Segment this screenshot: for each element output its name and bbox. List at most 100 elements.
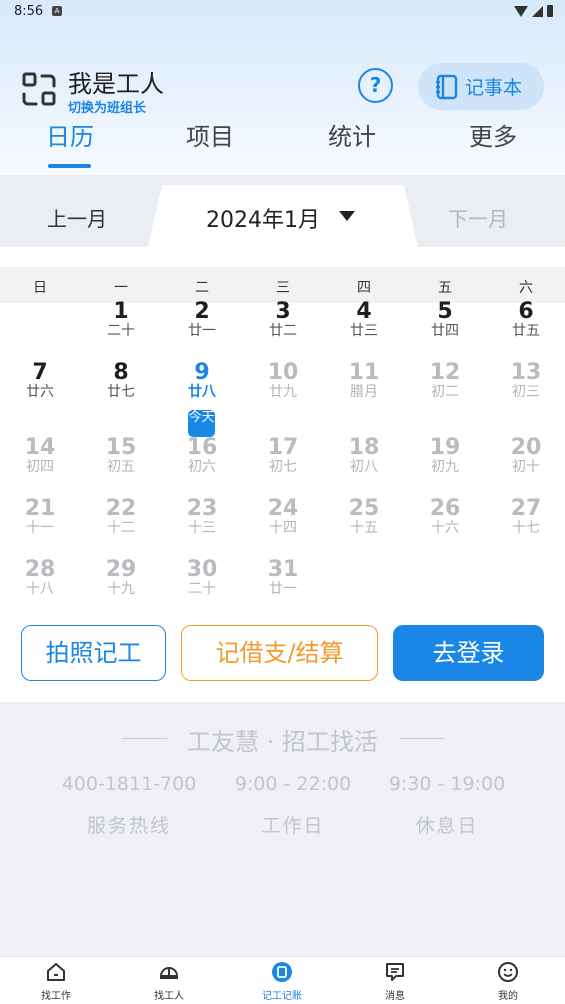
workday-label: 工作日 <box>261 815 325 837</box>
main-tabs: 日历 项目 统计 更多 <box>0 112 565 172</box>
nav-work-ledger[interactable]: 记工记账 <box>242 961 322 1002</box>
calendar-day[interactable]: 20 初十 <box>486 436 565 475</box>
notebook-label: 记事本 <box>465 77 523 99</box>
calendar-day[interactable]: 27 十七 <box>486 497 565 536</box>
tab-calendar[interactable]: 日历 <box>46 117 94 152</box>
tab-more[interactable]: 更多 <box>469 117 517 152</box>
calendar-day[interactable]: 16 初六 <box>162 436 242 475</box>
calendar-day[interactable]: 8 廿七 <box>81 361 161 400</box>
calendar-day[interactable]: 21 十一 <box>0 497 80 536</box>
prev-month-button[interactable]: 上一月 <box>47 203 107 232</box>
calendar-day[interactable]: 11 腊月 <box>324 361 404 400</box>
calendar-day[interactable]: 28 十八 <box>0 558 80 597</box>
day-number: 18 <box>348 435 380 460</box>
lunar-date: 十二 <box>107 520 135 536</box>
calendar-day[interactable]: 10 廿九 <box>243 361 323 400</box>
message-icon <box>386 963 404 981</box>
signal-icon <box>532 5 543 17</box>
day-number: 15 <box>105 435 137 460</box>
day-number: 4 <box>356 299 372 324</box>
day-number: 31 <box>267 557 299 582</box>
today-badge: 今天 <box>188 410 215 437</box>
caret-down-icon[interactable] <box>339 211 355 221</box>
service-info: 工友慧 · 招工找活 400-1811-700 9:00 - 22:00 9:3… <box>0 702 565 956</box>
login-button[interactable]: 去登录 <box>393 625 544 681</box>
bottom-navigation: 找工作 找工人 记工记账 消息 我的 <box>0 956 565 1004</box>
current-month-picker[interactable]: 2024年1月 <box>206 202 320 234</box>
weekday-label: 六 <box>519 280 533 296</box>
notebook-icon <box>436 74 458 99</box>
day-number: 19 <box>429 435 461 460</box>
day-number: 2 <box>194 299 210 324</box>
ledger-icon <box>272 962 292 982</box>
calendar-day[interactable]: 23 十三 <box>162 497 242 536</box>
day-number: 16 <box>186 435 218 460</box>
nav-messages[interactable]: 消息 <box>355 961 435 1002</box>
calendar-day[interactable]: 26 十六 <box>405 497 485 536</box>
calendar-day[interactable]: 12 初二 <box>405 361 485 400</box>
calendar-day[interactable]: 25 十五 <box>324 497 404 536</box>
calendar-day[interactable]: 17 初七 <box>243 436 323 475</box>
calendar-day[interactable]: 3 廿二 <box>243 300 323 339</box>
calendar-day[interactable]: 14 初四 <box>0 436 80 475</box>
lunar-date: 廿二 <box>269 323 297 339</box>
calendar-day[interactable]: 2 廿一 <box>162 300 242 339</box>
battery-icon <box>547 5 553 17</box>
calendar-day[interactable]: 24 十四 <box>243 497 323 536</box>
lunar-date: 初四 <box>26 459 54 475</box>
calendar-day[interactable]: 30 二十 <box>162 558 242 597</box>
help-button[interactable]: ? <box>358 68 393 103</box>
helmet-icon <box>159 967 179 979</box>
photo-record-button[interactable]: 拍照记工 <box>21 625 166 681</box>
calendar-day-today[interactable]: 9 廿八 <box>162 361 242 400</box>
calendar-day[interactable]: 7 廿六 <box>0 361 80 400</box>
lunar-date: 十一 <box>26 520 54 536</box>
day-number: 13 <box>510 360 542 385</box>
nav-find-worker[interactable]: 找工人 <box>129 961 209 1002</box>
calendar-day[interactable]: 5 廿四 <box>405 300 485 339</box>
day-number: 21 <box>24 496 56 521</box>
divider <box>400 738 445 739</box>
lunar-date: 廿五 <box>512 323 540 339</box>
calendar-day[interactable]: 19 初九 <box>405 436 485 475</box>
day-number: 6 <box>518 299 534 324</box>
home-icon <box>47 963 65 981</box>
month-navigation: 上一月 2024年1月 下一月 <box>0 175 565 247</box>
switch-role-icon[interactable] <box>20 70 58 108</box>
lunar-date: 十三 <box>188 520 216 536</box>
lunar-date: 初七 <box>269 459 297 475</box>
calendar-day[interactable]: 4 廿三 <box>324 300 404 339</box>
calendar-day[interactable]: 18 初八 <box>324 436 404 475</box>
calendar-day[interactable]: 13 初三 <box>486 361 565 400</box>
weekday-label: 四 <box>357 280 371 296</box>
lunar-date: 廿八 <box>188 384 216 400</box>
lunar-date: 十七 <box>512 520 540 536</box>
calendar-day[interactable]: 31 廿一 <box>243 558 323 597</box>
nav-find-job[interactable]: 找工作 <box>16 961 96 1002</box>
calendar-day[interactable]: 6 廿五 <box>486 300 565 339</box>
notebook-button[interactable]: 记事本 <box>418 63 544 110</box>
day-number: 25 <box>348 496 380 521</box>
lunar-date: 十六 <box>431 520 459 536</box>
tab-statistics[interactable]: 统计 <box>328 117 376 152</box>
weekday-label: 一 <box>114 280 128 296</box>
tab-projects[interactable]: 项目 <box>186 117 234 152</box>
calendar-day[interactable]: 1 二十 <box>81 300 161 339</box>
calendar-day[interactable]: 15 初五 <box>81 436 161 475</box>
lunar-date: 十九 <box>107 581 135 597</box>
action-buttons: 拍照记工 记借支/结算 去登录 <box>0 625 565 685</box>
notification-icon: A <box>52 6 62 16</box>
lunar-date: 初十 <box>512 459 540 475</box>
weekday-label: 五 <box>438 280 452 296</box>
calendar-day[interactable]: 29 十九 <box>81 558 161 597</box>
lunar-date: 廿七 <box>107 384 135 400</box>
next-month-button[interactable]: 下一月 <box>448 203 508 232</box>
borrow-settle-button[interactable]: 记借支/结算 <box>181 625 378 681</box>
day-number: 24 <box>267 496 299 521</box>
day-number: 5 <box>437 299 453 324</box>
day-number: 23 <box>186 496 218 521</box>
weekday-label: 三 <box>276 280 290 296</box>
nav-profile[interactable]: 我的 <box>468 961 548 1002</box>
nav-label: 找工人 <box>154 991 184 1002</box>
calendar-day[interactable]: 22 十二 <box>81 497 161 536</box>
